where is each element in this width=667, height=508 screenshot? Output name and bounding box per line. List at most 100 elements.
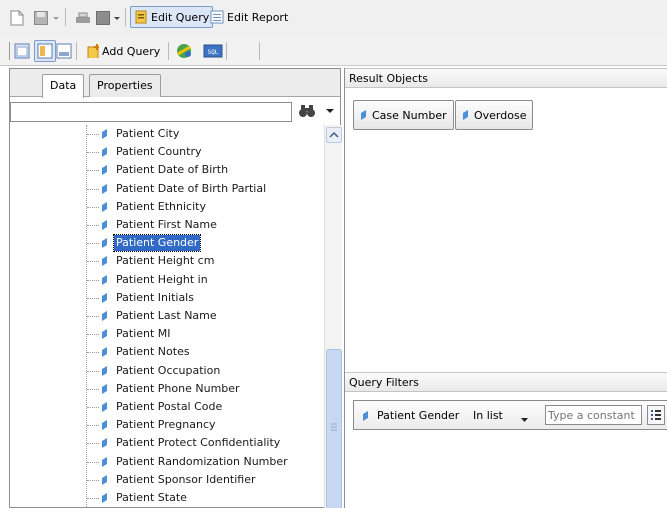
tree-item[interactable]: Patient Height in bbox=[10, 271, 316, 289]
filter-value-input[interactable] bbox=[545, 405, 642, 425]
dimension-icon bbox=[102, 329, 107, 340]
dimension-icon bbox=[102, 147, 107, 158]
filter-object: Patient Gender bbox=[362, 409, 459, 422]
tree-item[interactable]: Patient Phone Number bbox=[10, 380, 316, 398]
tab-properties-label: Properties bbox=[97, 79, 153, 92]
result-object-label: Overdose bbox=[474, 108, 527, 122]
data-provider-button[interactable] bbox=[174, 40, 194, 62]
query-filters-title: Query Filters bbox=[349, 376, 419, 389]
tree-item[interactable]: Patient Initials bbox=[10, 289, 316, 307]
tree-item-label: Patient Phone Number bbox=[116, 381, 240, 395]
tree-item[interactable]: Patient Ethnicity bbox=[10, 198, 316, 216]
dimension-icon bbox=[102, 456, 107, 467]
tree-item[interactable]: Patient Pregnancy bbox=[10, 416, 316, 434]
tree-item[interactable]: Patient Postal Code bbox=[10, 398, 316, 416]
filter-operator[interactable]: In list bbox=[473, 409, 503, 422]
tree-item-label: Patient MI bbox=[116, 327, 171, 341]
binoculars-icon[interactable] bbox=[298, 103, 316, 121]
tree-item-label: Patient Randomization Number bbox=[116, 454, 288, 468]
tree-item[interactable]: Patient Date of Birth Partial bbox=[10, 180, 316, 198]
main-toolbar: Edit Query Edit Report bbox=[0, 0, 667, 36]
result-objects-title: Result Objects bbox=[349, 72, 429, 85]
grid-view-icon bbox=[56, 43, 72, 59]
panel-layout-icon bbox=[14, 43, 30, 59]
tree-item[interactable]: Patient Height cm bbox=[10, 252, 316, 270]
query-panel: Result Objects Case Number Overdose Quer… bbox=[344, 68, 667, 508]
save-dropdown-icon[interactable] bbox=[52, 7, 60, 29]
query-filter[interactable]: Patient Gender In list bbox=[353, 400, 667, 430]
view-sql-button[interactable]: SQL bbox=[200, 40, 226, 62]
dimension-icon bbox=[102, 256, 107, 267]
edit-query-label: Edit Query bbox=[151, 10, 210, 24]
export-dropdown-icon[interactable] bbox=[113, 7, 121, 29]
tree-item-label: Patient State bbox=[116, 491, 187, 504]
tree-item[interactable]: Patient Sponsor Identifier bbox=[10, 471, 316, 489]
query-panel-icon bbox=[37, 43, 53, 59]
view-structure-button[interactable] bbox=[56, 40, 72, 62]
tree-item[interactable]: Patient Randomization Number bbox=[10, 453, 316, 471]
view-query-panel-button[interactable] bbox=[34, 40, 56, 62]
data-provider-icon bbox=[177, 44, 191, 58]
edit-report-button[interactable]: Edit Report bbox=[206, 6, 292, 28]
value-list-button[interactable] bbox=[647, 405, 665, 425]
print-icon[interactable] bbox=[74, 7, 92, 29]
tree-item-label: Patient Initials bbox=[116, 290, 194, 304]
dimension-icon bbox=[102, 365, 107, 376]
tree-item[interactable]: Patient State bbox=[10, 489, 316, 507]
search-row bbox=[10, 102, 340, 124]
tab-properties[interactable]: Properties bbox=[89, 74, 161, 97]
result-object-case-number[interactable]: Case Number bbox=[353, 100, 454, 130]
export-icon[interactable] bbox=[96, 7, 110, 29]
result-object-overdose[interactable]: Overdose bbox=[455, 100, 534, 130]
dimension-icon bbox=[102, 438, 107, 449]
tree-item[interactable]: Patient Date of Birth bbox=[10, 161, 316, 179]
scroll-up-button[interactable] bbox=[326, 127, 342, 143]
tree-item-label: Patient Height cm bbox=[116, 254, 215, 268]
tree-item[interactable]: Patient Occupation bbox=[10, 362, 316, 380]
tree-item[interactable]: Patient Last Name bbox=[10, 307, 316, 325]
tree-item-label: Patient Pregnancy bbox=[116, 418, 216, 432]
tree-item-label: Patient First Name bbox=[116, 218, 217, 231]
edit-query-button[interactable]: Edit Query bbox=[130, 6, 214, 28]
search-input[interactable] bbox=[10, 102, 292, 122]
dimension-icon bbox=[102, 220, 107, 230]
tree-item[interactable]: Patient Notes bbox=[10, 343, 316, 361]
tree-scrollbar[interactable] bbox=[324, 125, 342, 508]
dimension-icon bbox=[102, 347, 107, 358]
tree-item[interactable]: Patient First Name bbox=[10, 216, 316, 234]
query-toolbar: Add Query SQL bbox=[0, 36, 667, 66]
dimension-icon bbox=[102, 311, 107, 321]
dimension-icon bbox=[102, 383, 107, 394]
edit-report-label: Edit Report bbox=[227, 10, 289, 24]
dimension-icon bbox=[102, 201, 107, 212]
tree-item[interactable]: Patient Country bbox=[10, 143, 316, 161]
tree-item[interactable]: Patient City bbox=[10, 125, 316, 143]
add-query-label: Add Query bbox=[102, 44, 161, 58]
edit-query-icon bbox=[135, 10, 147, 24]
operator-dropdown-icon[interactable] bbox=[520, 414, 529, 422]
add-query-button[interactable]: Add Query bbox=[81, 40, 164, 62]
add-query-icon bbox=[87, 44, 99, 58]
svg-text:SQL: SQL bbox=[208, 49, 219, 56]
new-document-icon[interactable] bbox=[10, 7, 24, 29]
dimension-icon bbox=[102, 129, 107, 139]
scroll-thumb[interactable] bbox=[326, 349, 342, 508]
tree-item[interactable]: Patient MI bbox=[10, 325, 316, 343]
filter-object-label: Patient Gender bbox=[377, 409, 460, 422]
dimension-icon bbox=[363, 410, 368, 421]
view-data-manager-button[interactable] bbox=[14, 40, 30, 62]
tree-item-label: Patient Notes bbox=[116, 345, 190, 359]
tree-item[interactable]: Patient Protect Confidentiality bbox=[10, 434, 316, 452]
tree-item-label: Patient Date of Birth Partial bbox=[116, 181, 267, 195]
tree-item-label: Patient Height in bbox=[116, 272, 208, 286]
save-icon[interactable] bbox=[34, 7, 48, 29]
search-options-dropdown-icon[interactable] bbox=[325, 106, 335, 116]
tree-item-label: Patient Date of Birth bbox=[116, 163, 229, 177]
dimension-icon bbox=[102, 238, 107, 249]
dimension-icon bbox=[102, 292, 107, 303]
dimension-icon bbox=[463, 110, 468, 120]
tab-data[interactable]: Data bbox=[42, 74, 85, 98]
tree-item-label: Patient Occupation bbox=[116, 363, 221, 377]
result-object-label: Case Number bbox=[372, 108, 447, 122]
tree-item[interactable]: Patient Gender bbox=[10, 234, 316, 253]
